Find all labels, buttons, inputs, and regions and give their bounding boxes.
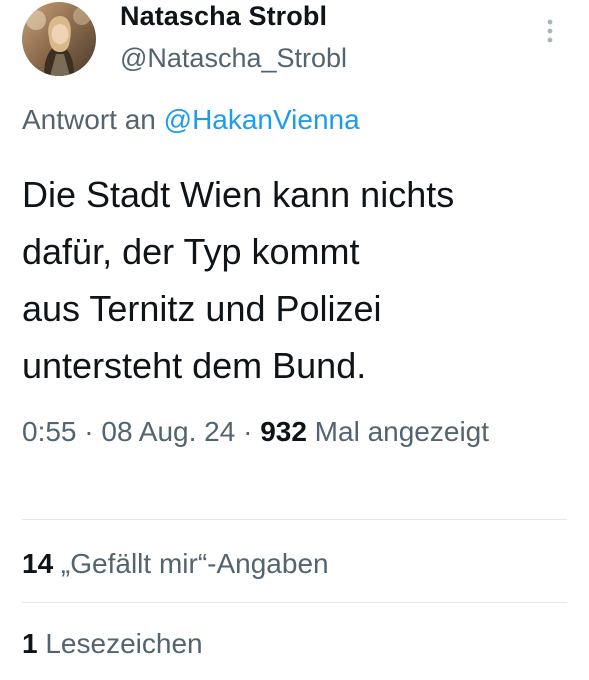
likes-count: 14 [22, 548, 54, 579]
bookmarks-count: 1 [22, 628, 38, 659]
bookmarks-stat-link[interactable]: 1 Lesezeichen [22, 626, 203, 662]
divider [22, 519, 567, 520]
reply-mention-link[interactable]: @HakanVienna [164, 104, 360, 135]
tweet-detail: Natascha Strobl @Natascha_Strobl Antwort… [0, 0, 589, 680]
divider [22, 602, 567, 603]
meta-separator: · [235, 416, 261, 447]
tweet-meta: 0:55 · 08 Aug. 24 · 932 Mal angezeigt [22, 410, 562, 454]
bookmarks-label: Lesezeichen [37, 628, 203, 659]
views-count: 932 [260, 416, 307, 447]
author-handle[interactable]: @Natascha_Strobl [120, 42, 347, 74]
tweet-date[interactable]: 08 Aug. 24 [101, 416, 235, 447]
reply-prefix: Antwort an [22, 104, 164, 135]
tweet-text: Die Stadt Wien kann nichts dafür, der Ty… [22, 174, 455, 386]
reply-context: Antwort an @HakanVienna [22, 102, 360, 138]
more-vertical-icon[interactable] [540, 14, 560, 48]
likes-stat-link[interactable]: 14 „Gefällt mir“-Angaben [22, 546, 329, 582]
likes-label: „Gefällt mir“-Angaben [53, 548, 329, 579]
views-label: Mal angezeigt [306, 416, 490, 447]
avatar[interactable] [22, 2, 96, 76]
tweet-time[interactable]: 0:55 [22, 416, 77, 447]
meta-separator: · [76, 416, 102, 447]
avatar-image [22, 2, 96, 76]
author-display-name[interactable]: Natascha Strobl [120, 0, 327, 32]
